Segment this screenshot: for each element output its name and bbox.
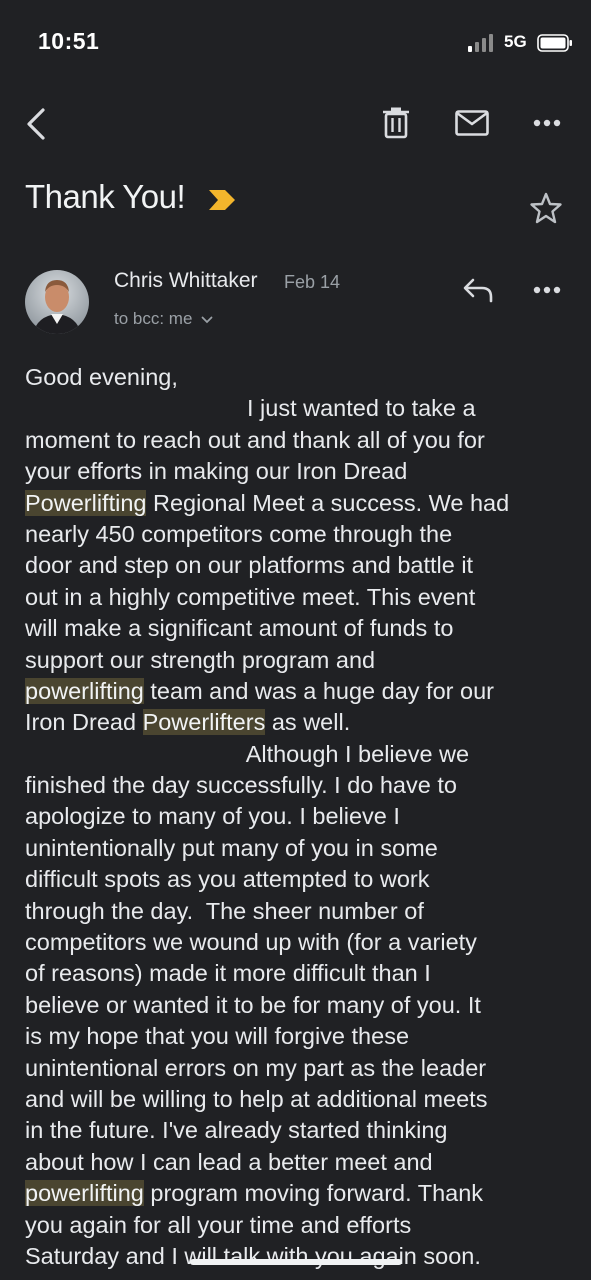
body-line: Powerlifting Regional Meet a success. We… [25,489,510,516]
back-button[interactable] [18,104,54,144]
body-line: Iron Dread Powerlifters as well. [25,709,351,736]
body-line: and will be willing to help at additiona… [25,1085,488,1112]
email-body: Good evening, I just wanted to take a mom… [25,362,573,1272]
chevron-down-icon [201,316,213,323]
body-line: unintentionally put many of you in some [25,834,438,861]
status-time: 10:51 [38,28,100,54]
recipients-toggle[interactable]: to bcc: me [114,309,213,329]
body-line: nearly 450 competitors come through the [25,520,453,547]
body-line: I just wanted to take a [25,395,476,422]
email-subject: Thank You! [25,178,186,215]
email-date: Feb 14 [284,272,341,292]
body-line: of reasons) made it more difficult than … [25,960,431,987]
battery-icon [537,34,572,52]
body-line: is my hope that you will forgive these [25,1023,410,1050]
search-highlight: Powerlifting [25,489,147,516]
recipients-text: to bcc: me [114,309,193,328]
body-line: finished the day successfully. I do have… [25,772,457,799]
body-line: will make a significant amount of funds … [25,615,454,642]
avatar[interactable] [25,270,89,334]
chevron-left-icon [27,108,45,140]
mail-icon [455,110,489,136]
reply-button[interactable] [458,272,498,308]
more-horizontal-icon [533,119,561,127]
reply-icon [463,278,493,303]
body-line: unintentional errors on my part as the l… [25,1054,487,1081]
sender-name[interactable]: Chris Whittaker [114,269,258,293]
important-marker-icon[interactable] [207,189,237,211]
body-line: about how I can lead a better meet and [25,1148,433,1175]
message-more-options-button[interactable] [528,276,566,304]
body-line: door and step on our platforms and battl… [25,552,474,579]
trash-icon [383,107,409,139]
body-line: moment to reach out and thank all of you… [25,426,485,453]
search-highlight: powerlifting [25,677,144,704]
home-indicator[interactable] [190,1259,402,1265]
body-line: Saturday and I will talk with you again … [25,1242,481,1269]
body-line: out in a highly competitive meet. This e… [25,583,476,610]
cellular-signal-icon [468,34,493,52]
body-line: believe or wanted it to be for many of y… [25,991,481,1018]
body-line: support our strength program and [25,646,376,673]
body-line: Good evening, [25,364,178,390]
search-highlight: powerlifting [25,1180,144,1207]
body-line: difficult spots as you attempted to work [25,866,430,893]
search-highlight: Powerlifters [142,709,266,736]
body-line: apologize to many of you. I believe I [25,803,400,830]
body-line: powerlifting team and was a huge day for… [25,677,494,704]
star-icon[interactable] [529,191,563,225]
body-line: in the future. I've already started thin… [25,1117,448,1144]
network-type: 5G [504,32,527,51]
more-horizontal-icon [533,286,561,294]
more-options-button[interactable] [528,108,566,138]
body-line: you again for all your time and efforts [25,1211,412,1238]
body-line: powerlifting program moving forward. Tha… [25,1180,484,1207]
body-line: through the day. The sheer number of [25,897,424,924]
mark-unread-button[interactable] [452,106,492,140]
delete-button[interactable] [378,104,414,142]
body-line: your efforts in making our Iron Dread [25,458,408,485]
body-line: Although I believe we [25,740,470,767]
body-line: competitors we wound up with (for a vari… [25,929,477,956]
